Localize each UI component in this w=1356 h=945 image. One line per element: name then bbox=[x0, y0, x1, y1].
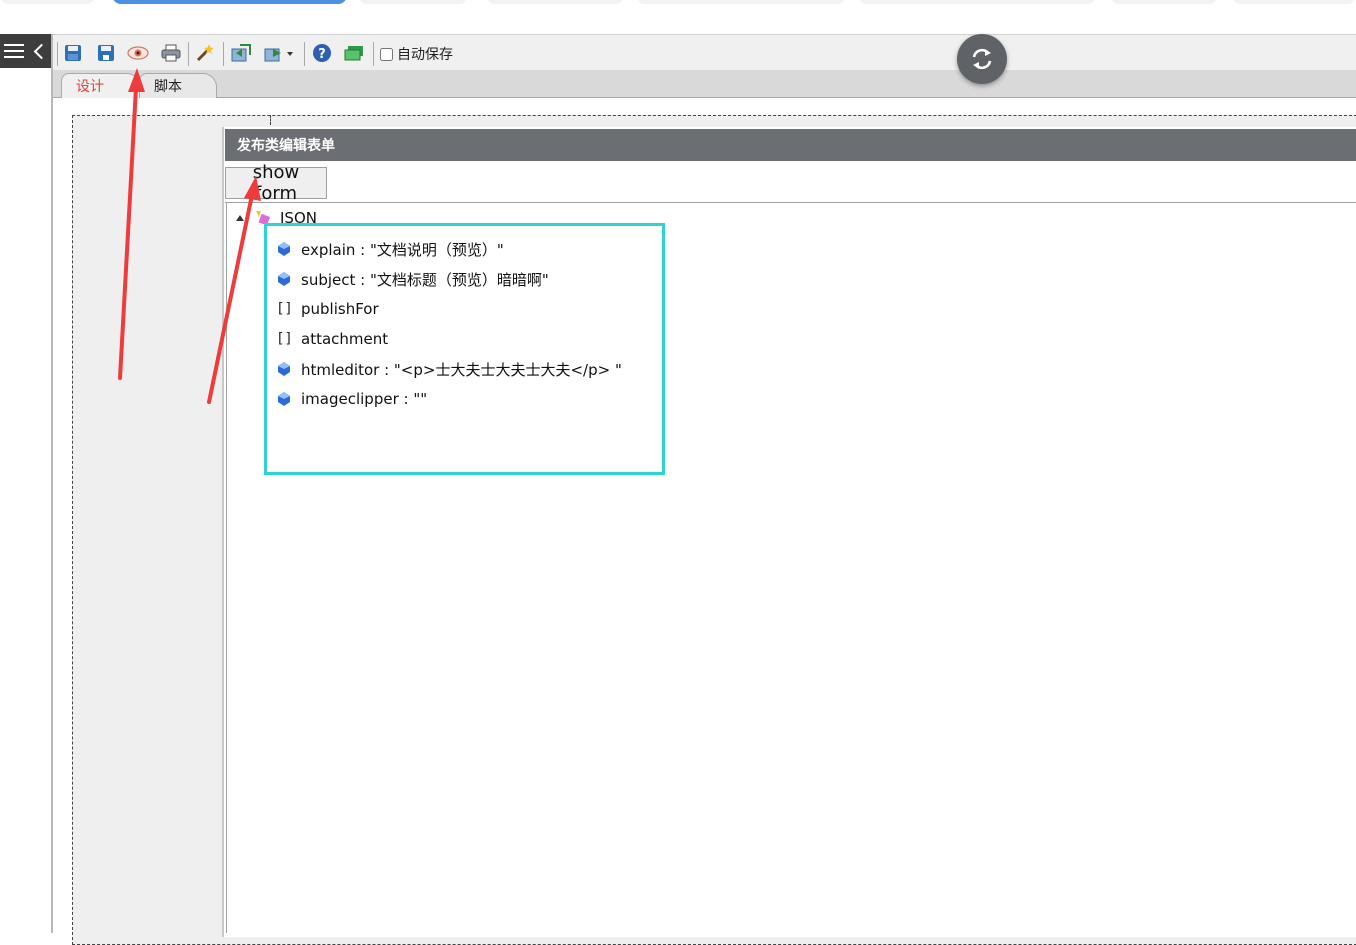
tab-script[interactable]: 脚本 bbox=[139, 73, 217, 98]
value-node-icon bbox=[276, 392, 292, 406]
value-node-icon bbox=[276, 362, 292, 376]
tab-design[interactable]: 设计 bbox=[61, 73, 141, 98]
tab-bar bbox=[53, 70, 1356, 98]
svg-text:?: ? bbox=[318, 47, 326, 62]
autosave-toggle[interactable]: 自动保存 bbox=[380, 43, 453, 65]
tree-node-label: explain : "文档说明（预览）" bbox=[301, 240, 504, 259]
refresh-icon bbox=[972, 48, 992, 70]
refresh-button[interactable] bbox=[957, 34, 1007, 84]
browser-tab[interactable] bbox=[1110, 0, 1218, 4]
browser-tab[interactable] bbox=[0, 0, 95, 4]
tab-label: 设计 bbox=[76, 79, 104, 95]
form-layer-icon[interactable] bbox=[343, 42, 365, 64]
browser-tab[interactable] bbox=[636, 0, 846, 4]
array-node-icon: [] bbox=[276, 331, 293, 347]
browser-tab[interactable] bbox=[858, 0, 1096, 4]
preview-eye-icon[interactable] bbox=[127, 42, 149, 64]
autosave-checkbox[interactable] bbox=[380, 47, 393, 61]
print-icon[interactable] bbox=[160, 42, 182, 64]
wizard-wand-icon[interactable] bbox=[194, 42, 216, 64]
hamburger-icon bbox=[4, 44, 24, 58]
tree-node-htmleditor[interactable]: htmleditor : "<p>士大夫士大夫士大夫</p> " bbox=[276, 357, 622, 381]
browser-tab[interactable] bbox=[1232, 0, 1356, 4]
tree-node-attachment[interactable]: [] attachment bbox=[276, 327, 388, 351]
form-title: 发布类编辑表单 bbox=[237, 138, 335, 154]
show-form-button[interactable]: show form bbox=[225, 162, 327, 204]
tree-node-subject[interactable]: subject : "文档标题（预览）暗暗啊" bbox=[276, 267, 549, 291]
tab-label: 脚本 bbox=[154, 79, 182, 95]
toolbar-separator bbox=[57, 42, 58, 66]
form-title-bar: 发布类编辑表单 bbox=[225, 129, 1356, 161]
container-outline-marker bbox=[270, 115, 280, 125]
tree-node-label: imageclipper : "" bbox=[301, 390, 428, 408]
autosave-label: 自动保存 bbox=[397, 47, 453, 63]
help-icon[interactable]: ? bbox=[311, 42, 333, 64]
save-icon[interactable] bbox=[62, 42, 84, 64]
chevron-left-icon bbox=[33, 43, 50, 59]
tree-node-publishfor[interactable]: [] publishFor bbox=[276, 297, 379, 321]
export-dropdown-icon[interactable] bbox=[262, 42, 294, 64]
browser-tab[interactable] bbox=[486, 0, 624, 4]
sidebar-toggle-button[interactable] bbox=[0, 34, 51, 68]
value-node-icon bbox=[276, 272, 292, 286]
toolbar-separator bbox=[188, 42, 189, 66]
expand-triangle-icon[interactable] bbox=[236, 215, 244, 221]
array-node-icon: [] bbox=[276, 301, 293, 317]
toolbar-separator bbox=[223, 42, 224, 66]
browser-tab-strip bbox=[0, 0, 1356, 32]
tree-node-imageclipper[interactable]: imageclipper : "" bbox=[276, 387, 427, 411]
toolbar-separator bbox=[373, 42, 374, 66]
import-icon[interactable] bbox=[230, 42, 252, 64]
tree-node-label: attachment bbox=[301, 330, 389, 348]
value-node-icon bbox=[276, 242, 292, 256]
tree-node-label: subject : "文档标题（预览）暗暗啊" bbox=[301, 270, 549, 289]
toolbar-separator bbox=[304, 42, 305, 66]
browser-tab-active[interactable] bbox=[112, 0, 347, 4]
browser-tab[interactable] bbox=[358, 0, 468, 4]
save-as-icon[interactable] bbox=[95, 42, 117, 64]
tree-node-explain[interactable]: explain : "文档说明（预览）" bbox=[276, 237, 504, 261]
tree-node-label: htmleditor : "<p>士大夫士大夫士大夫</p> " bbox=[301, 360, 622, 379]
tree-node-label: publishFor bbox=[301, 300, 379, 318]
